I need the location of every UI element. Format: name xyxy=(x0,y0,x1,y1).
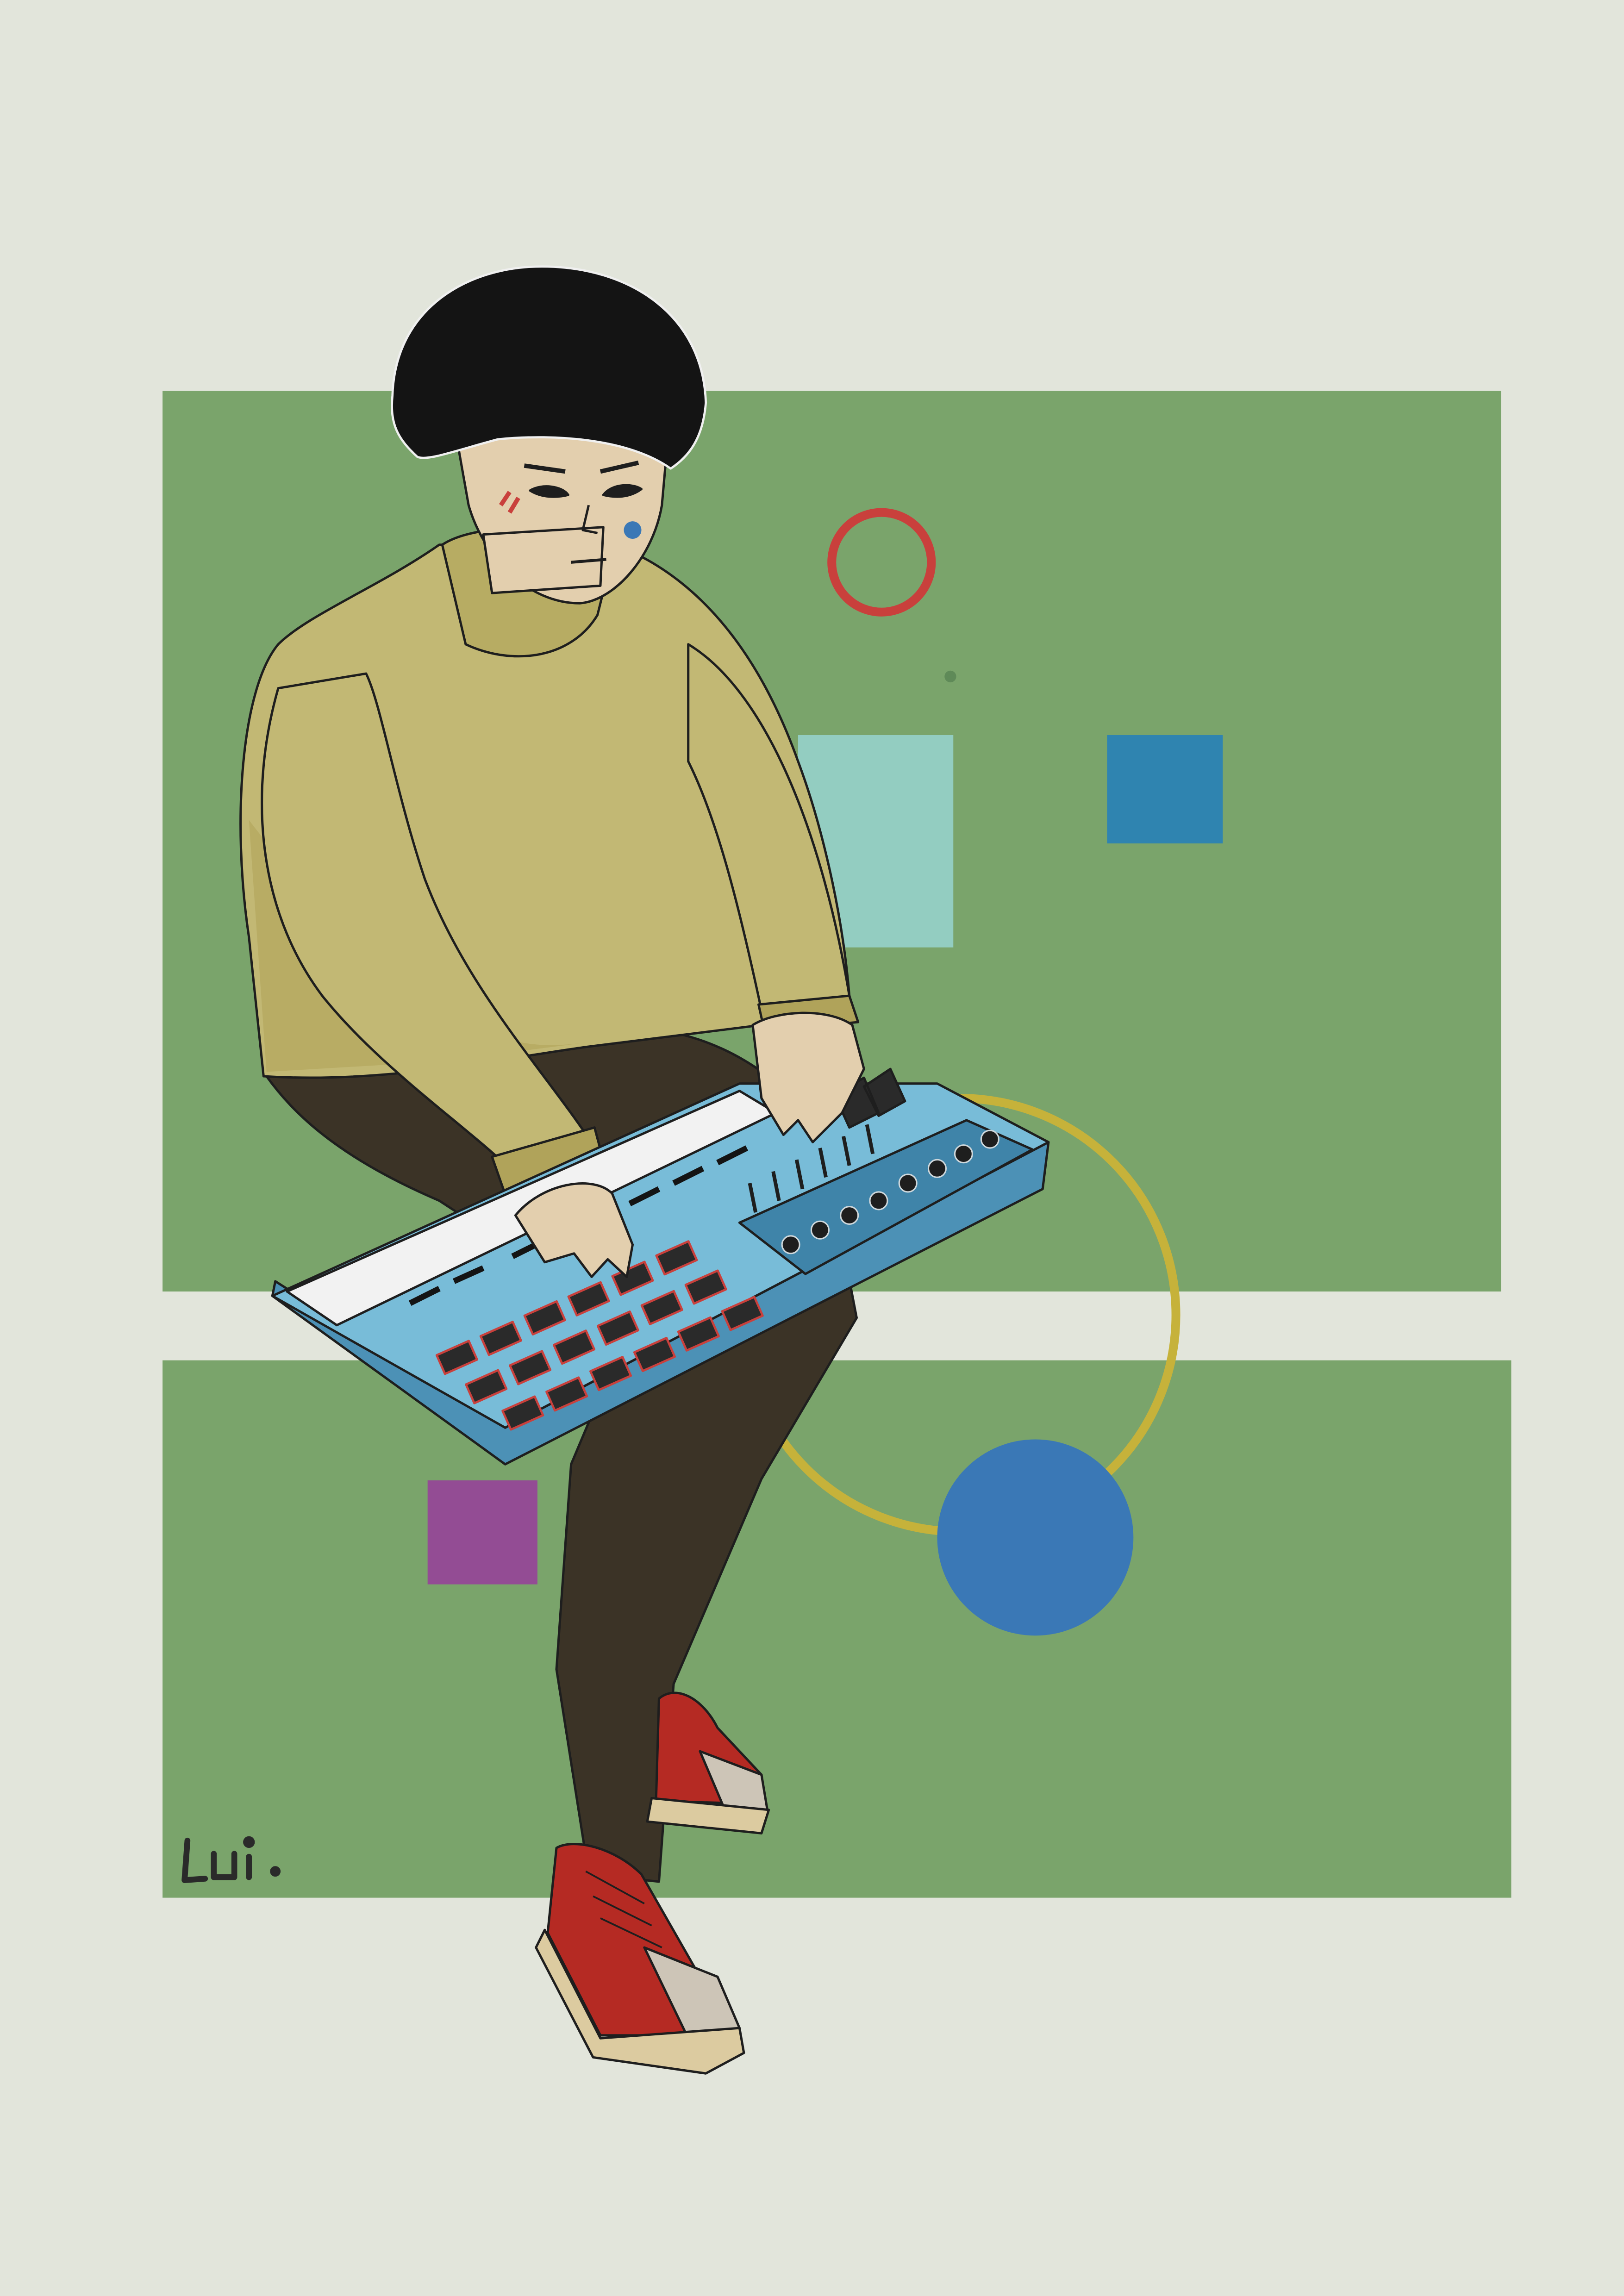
knob xyxy=(898,1173,918,1193)
small-dot xyxy=(944,670,956,683)
knob xyxy=(954,1144,973,1164)
knob xyxy=(840,1205,859,1225)
cheek-dot xyxy=(624,521,642,539)
hair xyxy=(391,265,707,470)
blue-disc xyxy=(937,1439,1134,1636)
lower-green-panel xyxy=(162,1360,1512,1898)
artwork-canvas xyxy=(162,265,1512,2075)
knob xyxy=(810,1220,830,1240)
purple-square xyxy=(427,1480,537,1585)
knob xyxy=(980,1129,999,1149)
teal-square xyxy=(1107,735,1223,844)
knob xyxy=(927,1159,947,1178)
knob xyxy=(781,1235,800,1254)
knob xyxy=(869,1191,888,1210)
